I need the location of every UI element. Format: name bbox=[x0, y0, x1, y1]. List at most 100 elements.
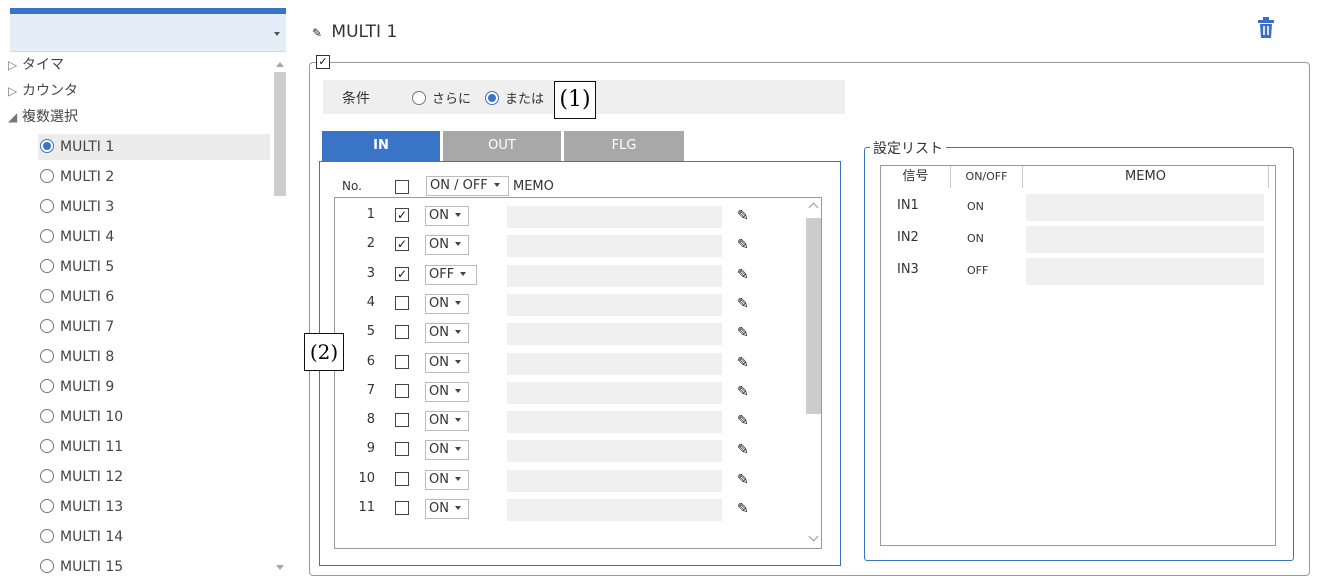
pencil-icon[interactable]: ✎ bbox=[737, 267, 749, 283]
collapse-icon[interactable]: ◢ bbox=[8, 104, 22, 130]
pencil-icon[interactable]: ✎ bbox=[737, 442, 749, 458]
radio-icon[interactable] bbox=[40, 409, 54, 423]
radio-icon[interactable] bbox=[40, 559, 54, 573]
row-memo-field[interactable] bbox=[507, 352, 722, 375]
sidebar-item[interactable]: MULTI 3 bbox=[38, 194, 270, 220]
scroll-up-icon[interactable] bbox=[276, 62, 284, 67]
expand-icon[interactable]: ▷ bbox=[8, 78, 22, 104]
radio-icon[interactable] bbox=[40, 229, 54, 243]
sidebar-item[interactable]: MULTI 10 bbox=[38, 404, 270, 430]
row-onoff-select[interactable]: ON bbox=[425, 499, 469, 519]
select-all-checkbox[interactable] bbox=[395, 180, 409, 194]
scroll-down-icon[interactable] bbox=[808, 531, 819, 542]
row-onoff-select[interactable]: ON bbox=[425, 469, 469, 490]
condition-option-or[interactable]: または bbox=[485, 88, 544, 107]
tree-group[interactable]: ▷ タイマ bbox=[8, 52, 64, 78]
pencil-icon[interactable]: ✎ bbox=[737, 208, 749, 224]
sidebar-item[interactable]: MULTI 14 bbox=[38, 524, 270, 550]
enable-checkbox[interactable]: ✓ bbox=[316, 55, 330, 69]
row-memo-field[interactable] bbox=[507, 206, 722, 228]
expand-icon[interactable]: ▷ bbox=[8, 52, 22, 78]
row-memo-field[interactable] bbox=[507, 293, 722, 316]
category-select[interactable] bbox=[10, 14, 286, 52]
tree-group[interactable]: ▷ カウンタ bbox=[8, 78, 78, 104]
tree-group[interactable]: ◢ 複数選択 bbox=[8, 104, 78, 130]
radio-icon[interactable] bbox=[40, 469, 54, 483]
radio-selected-icon[interactable] bbox=[485, 91, 499, 105]
row-memo-field[interactable] bbox=[507, 469, 722, 492]
pencil-icon[interactable]: ✎ bbox=[737, 384, 749, 400]
sidebar-scrollbar[interactable] bbox=[274, 52, 286, 576]
row-onoff-select[interactable]: ON bbox=[425, 381, 469, 402]
row-memo-field[interactable] bbox=[507, 440, 722, 463]
radio-icon[interactable] bbox=[40, 499, 54, 513]
sidebar-item[interactable]: MULTI 2 bbox=[38, 164, 270, 190]
row-memo-field[interactable] bbox=[507, 499, 722, 521]
row-memo-field[interactable] bbox=[507, 411, 722, 434]
pencil-icon[interactable]: ✎ bbox=[737, 296, 749, 312]
list-scrollbar[interactable] bbox=[805, 198, 821, 548]
pencil-icon[interactable]: ✎ bbox=[737, 325, 749, 341]
tab-out[interactable]: OUT bbox=[443, 131, 561, 161]
row-onoff-select[interactable]: ON bbox=[425, 411, 469, 432]
pencil-icon[interactable]: ✎ bbox=[737, 355, 749, 371]
row-memo-field[interactable] bbox=[507, 323, 722, 346]
radio-icon[interactable] bbox=[40, 169, 54, 183]
bulk-onoff-select[interactable]: ON / OFF bbox=[426, 176, 509, 196]
sidebar-item[interactable]: MULTI 7 bbox=[38, 314, 270, 340]
scrollbar-thumb[interactable] bbox=[806, 218, 821, 414]
row-onoff-select[interactable]: ON bbox=[425, 323, 469, 344]
row-memo-field[interactable] bbox=[507, 264, 722, 287]
radio-icon[interactable] bbox=[40, 349, 54, 363]
trash-icon[interactable] bbox=[1257, 17, 1275, 39]
sidebar-item[interactable]: MULTI 15 bbox=[38, 554, 270, 580]
radio-icon[interactable] bbox=[40, 529, 54, 543]
row-onoff-select[interactable]: ON bbox=[425, 293, 469, 314]
pencil-icon[interactable]: ✎ bbox=[737, 413, 749, 429]
radio-icon[interactable] bbox=[40, 319, 54, 333]
sidebar-item[interactable]: MULTI 9 bbox=[38, 374, 270, 400]
pencil-icon[interactable]: ✎ bbox=[737, 501, 749, 517]
tab-in[interactable]: IN bbox=[322, 131, 440, 161]
row-checkbox[interactable] bbox=[395, 383, 409, 398]
tab-flg[interactable]: FLG bbox=[564, 131, 684, 161]
radio-icon[interactable] bbox=[40, 439, 54, 453]
sidebar-item[interactable]: MULTI 5 bbox=[38, 254, 270, 280]
row-checkbox[interactable] bbox=[395, 501, 409, 515]
chevron-down-icon[interactable] bbox=[274, 32, 280, 36]
sidebar-item[interactable]: MULTI 1 bbox=[38, 134, 270, 160]
radio-icon[interactable] bbox=[412, 91, 426, 105]
row-onoff-select[interactable]: ON bbox=[425, 352, 469, 373]
row-checkbox[interactable] bbox=[395, 295, 409, 310]
row-checkbox[interactable] bbox=[395, 471, 409, 486]
pencil-icon[interactable]: ✎ bbox=[737, 472, 749, 488]
radio-icon[interactable] bbox=[40, 259, 54, 273]
row-checkbox[interactable] bbox=[395, 354, 409, 369]
row-checkbox[interactable]: ✓ bbox=[395, 237, 409, 252]
radio-icon[interactable] bbox=[40, 139, 54, 153]
radio-icon[interactable] bbox=[40, 379, 54, 393]
row-checkbox[interactable] bbox=[395, 325, 409, 340]
sidebar-item[interactable]: MULTI 4 bbox=[38, 224, 270, 250]
row-checkbox[interactable]: ✓ bbox=[395, 208, 409, 222]
sidebar-item[interactable]: MULTI 6 bbox=[38, 284, 270, 310]
condition-option-and[interactable]: さらに bbox=[412, 88, 471, 107]
radio-icon[interactable] bbox=[40, 199, 54, 213]
radio-icon[interactable] bbox=[40, 289, 54, 303]
sidebar-item[interactable]: MULTI 8 bbox=[38, 344, 270, 370]
scroll-up-icon[interactable] bbox=[808, 202, 819, 213]
sidebar-item[interactable]: MULTI 12 bbox=[38, 464, 270, 490]
scroll-down-icon[interactable] bbox=[276, 565, 284, 570]
sidebar-item[interactable]: MULTI 13 bbox=[38, 494, 270, 520]
scrollbar-thumb[interactable] bbox=[274, 72, 286, 196]
pencil-icon[interactable]: ✎ bbox=[737, 237, 749, 253]
sidebar-item[interactable]: MULTI 11 bbox=[38, 434, 270, 460]
row-checkbox[interactable] bbox=[395, 413, 409, 428]
row-onoff-select[interactable]: ON bbox=[425, 206, 469, 226]
row-checkbox[interactable]: ✓ bbox=[395, 266, 409, 281]
row-checkbox[interactable] bbox=[395, 442, 409, 457]
row-memo-field[interactable] bbox=[507, 381, 722, 404]
row-onoff-select[interactable]: ON bbox=[425, 440, 469, 461]
row-memo-field[interactable] bbox=[507, 235, 722, 258]
row-onoff-select[interactable]: OFF bbox=[425, 264, 477, 285]
